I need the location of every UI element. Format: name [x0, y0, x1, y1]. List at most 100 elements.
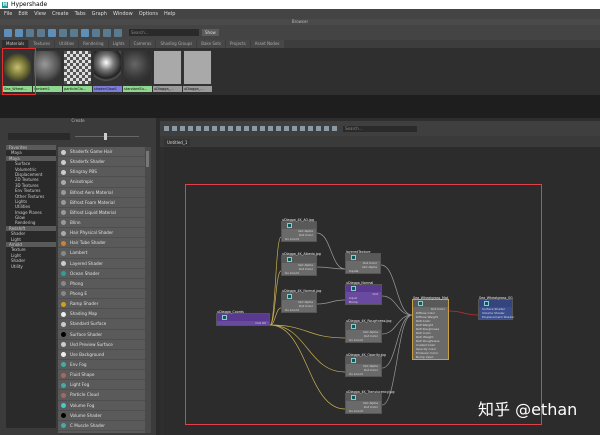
node-list-item[interactable]: Blinn [58, 218, 145, 229]
graph-toolbar-button[interactable] [204, 126, 209, 131]
menu-file[interactable]: File [4, 11, 12, 17]
node-list-item[interactable]: Bifrost Aero Material [58, 188, 145, 198]
node-list-item[interactable]: Usd Preview Surface [58, 340, 145, 350]
tree-item[interactable]: Utility [6, 264, 56, 269]
node-list-item[interactable]: Shaderfx Shader [58, 157, 145, 168]
menu-graph[interactable]: Graph [92, 11, 107, 17]
create-search-input[interactable] [8, 133, 70, 140]
node-list-item[interactable]: Bifrost Liquid Material [58, 208, 145, 218]
graph-toolbar-button[interactable] [308, 126, 313, 131]
material-swatch[interactable]: particleClo... [63, 50, 92, 92]
node-list-item[interactable]: Shaderfx Game Hair [58, 147, 145, 158]
graph-toolbar-button[interactable] [332, 126, 337, 131]
graph-toolbar-button[interactable] [180, 126, 185, 131]
tab-asset-nodes[interactable]: Asset Nodes [250, 40, 284, 48]
tab-lights[interactable]: Lights [108, 40, 129, 48]
node-list-item[interactable]: Ramp Shader [58, 299, 145, 310]
graph-toolbar-button[interactable] [252, 126, 257, 131]
node-list-item[interactable]: Use Background [58, 350, 145, 360]
show-button[interactable]: Show [202, 29, 219, 36]
node-list-item[interactable]: Surface Shader [58, 330, 145, 340]
material-swatch[interactable]: shaderGlow1 [93, 50, 122, 92]
tab-untitled-1[interactable]: Untitled_1 [164, 139, 191, 146]
node-list-item[interactable]: Standard Surface [58, 319, 145, 330]
node-list-item[interactable]: Fluid Shape [58, 370, 145, 381]
menu-create[interactable]: Create [52, 11, 69, 17]
graph-search-input[interactable]: Search... [343, 125, 417, 132]
material-swatch[interactable]: lambert1 [33, 50, 62, 92]
toolbar-button[interactable] [37, 28, 45, 37]
toolbar-button[interactable] [103, 28, 111, 37]
shader-icon [61, 179, 66, 185]
graph-toolbar-button[interactable] [260, 126, 265, 131]
graph-toolbar-button[interactable] [244, 126, 249, 131]
node-list-item[interactable]: Hair Tube Shader [58, 238, 145, 249]
browser-search-input[interactable]: Search... [129, 29, 199, 36]
tab-cameras[interactable]: Cameras [129, 40, 156, 48]
node-list-item[interactable]: Stingray PBS [58, 167, 145, 178]
node-list-item[interactable]: C Muscle Shader [58, 421, 145, 431]
material-swatch[interactable]: uDiagga_... [183, 50, 212, 92]
tab-projects[interactable]: Projects [226, 40, 250, 48]
tab-bake-sets[interactable]: Bake Sets [197, 40, 225, 48]
graph-toolbar-button[interactable] [164, 126, 169, 131]
graph-toolbar-button[interactable] [172, 126, 177, 131]
tab-textures[interactable]: Textures [29, 40, 55, 48]
tab-materials[interactable]: Materials [2, 40, 29, 48]
toolbar-button[interactable] [81, 28, 89, 37]
menu-edit[interactable]: Edit [18, 11, 28, 17]
material-swatch[interactable]: standardSu... [123, 50, 152, 92]
graph-toolbar-button[interactable] [212, 126, 217, 131]
node-list-item[interactable]: Volume Shader [58, 411, 145, 421]
node-list-item[interactable]: Shading Map [58, 309, 145, 320]
menu-window[interactable]: Window [113, 11, 133, 17]
node-list-item[interactable]: Bifrost Foam Material [58, 198, 145, 208]
menu-help[interactable]: Help [164, 11, 175, 17]
menu-view[interactable]: View [34, 11, 46, 17]
icon-size-slider[interactable] [75, 136, 139, 137]
node-list-item[interactable]: Env Fog [58, 360, 145, 371]
graph-toolbar-button[interactable] [196, 126, 201, 131]
node-list-item[interactable]: Ocean Shader [58, 269, 145, 279]
graph-toolbar-button[interactable] [276, 126, 281, 131]
node-list-item[interactable]: Anisotropic [58, 177, 145, 188]
toolbar-button[interactable] [59, 28, 67, 37]
graph-toolbar-button[interactable] [268, 126, 273, 131]
node-list-item[interactable]: Light Fog [58, 380, 145, 391]
node-list-item[interactable]: Phong [58, 279, 145, 289]
toolbar-button[interactable] [15, 28, 23, 37]
node-list-label: Surface Shader [70, 331, 103, 337]
graph-toolbar-button[interactable] [292, 126, 297, 131]
slider-handle[interactable] [104, 133, 107, 140]
scrollbar-thumb[interactable] [146, 151, 149, 167]
graph-toolbar-button[interactable] [324, 126, 329, 131]
node-list-item[interactable]: Layered Shader [58, 259, 145, 269]
toolbar-button[interactable] [92, 28, 100, 37]
graph-toolbar-button[interactable] [228, 126, 233, 131]
node-list-item[interactable]: Hair Physical Shader [58, 228, 145, 239]
toolbar-button[interactable] [114, 28, 122, 37]
graph-toolbar-button[interactable] [284, 126, 289, 131]
tab-utilities[interactable]: Utilities [55, 40, 79, 48]
node-list-scrollbar[interactable] [145, 147, 151, 433]
toolbar-button[interactable] [26, 28, 34, 37]
graph-toolbar-button[interactable] [316, 126, 321, 131]
graph-toolbar-button[interactable] [188, 126, 193, 131]
toolbar-button[interactable] [70, 28, 78, 37]
tab-rendering[interactable]: Rendering [79, 40, 108, 48]
node-list-item[interactable]: Lambert [58, 248, 145, 259]
node-list-label: Anisotropic [70, 179, 94, 185]
node-list-item[interactable]: Particle Cloud [58, 390, 145, 401]
graph-toolbar-button[interactable] [300, 126, 305, 131]
menu-options[interactable]: Options [139, 11, 158, 17]
node-list-item[interactable]: Phong E [58, 289, 145, 300]
node-list-label: Usd Preview Surface [70, 341, 113, 347]
tab-shading-groups[interactable]: Shading Groups [156, 40, 197, 48]
graph-toolbar-button[interactable] [220, 126, 225, 131]
menu-tabs[interactable]: Tabs [75, 11, 86, 17]
node-list-item[interactable]: Volume Fog [58, 401, 145, 411]
material-swatch[interactable]: uDiagga_... [153, 50, 182, 92]
graph-toolbar-button[interactable] [236, 126, 241, 131]
toolbar-button[interactable] [4, 28, 12, 37]
toolbar-button[interactable] [48, 28, 56, 37]
